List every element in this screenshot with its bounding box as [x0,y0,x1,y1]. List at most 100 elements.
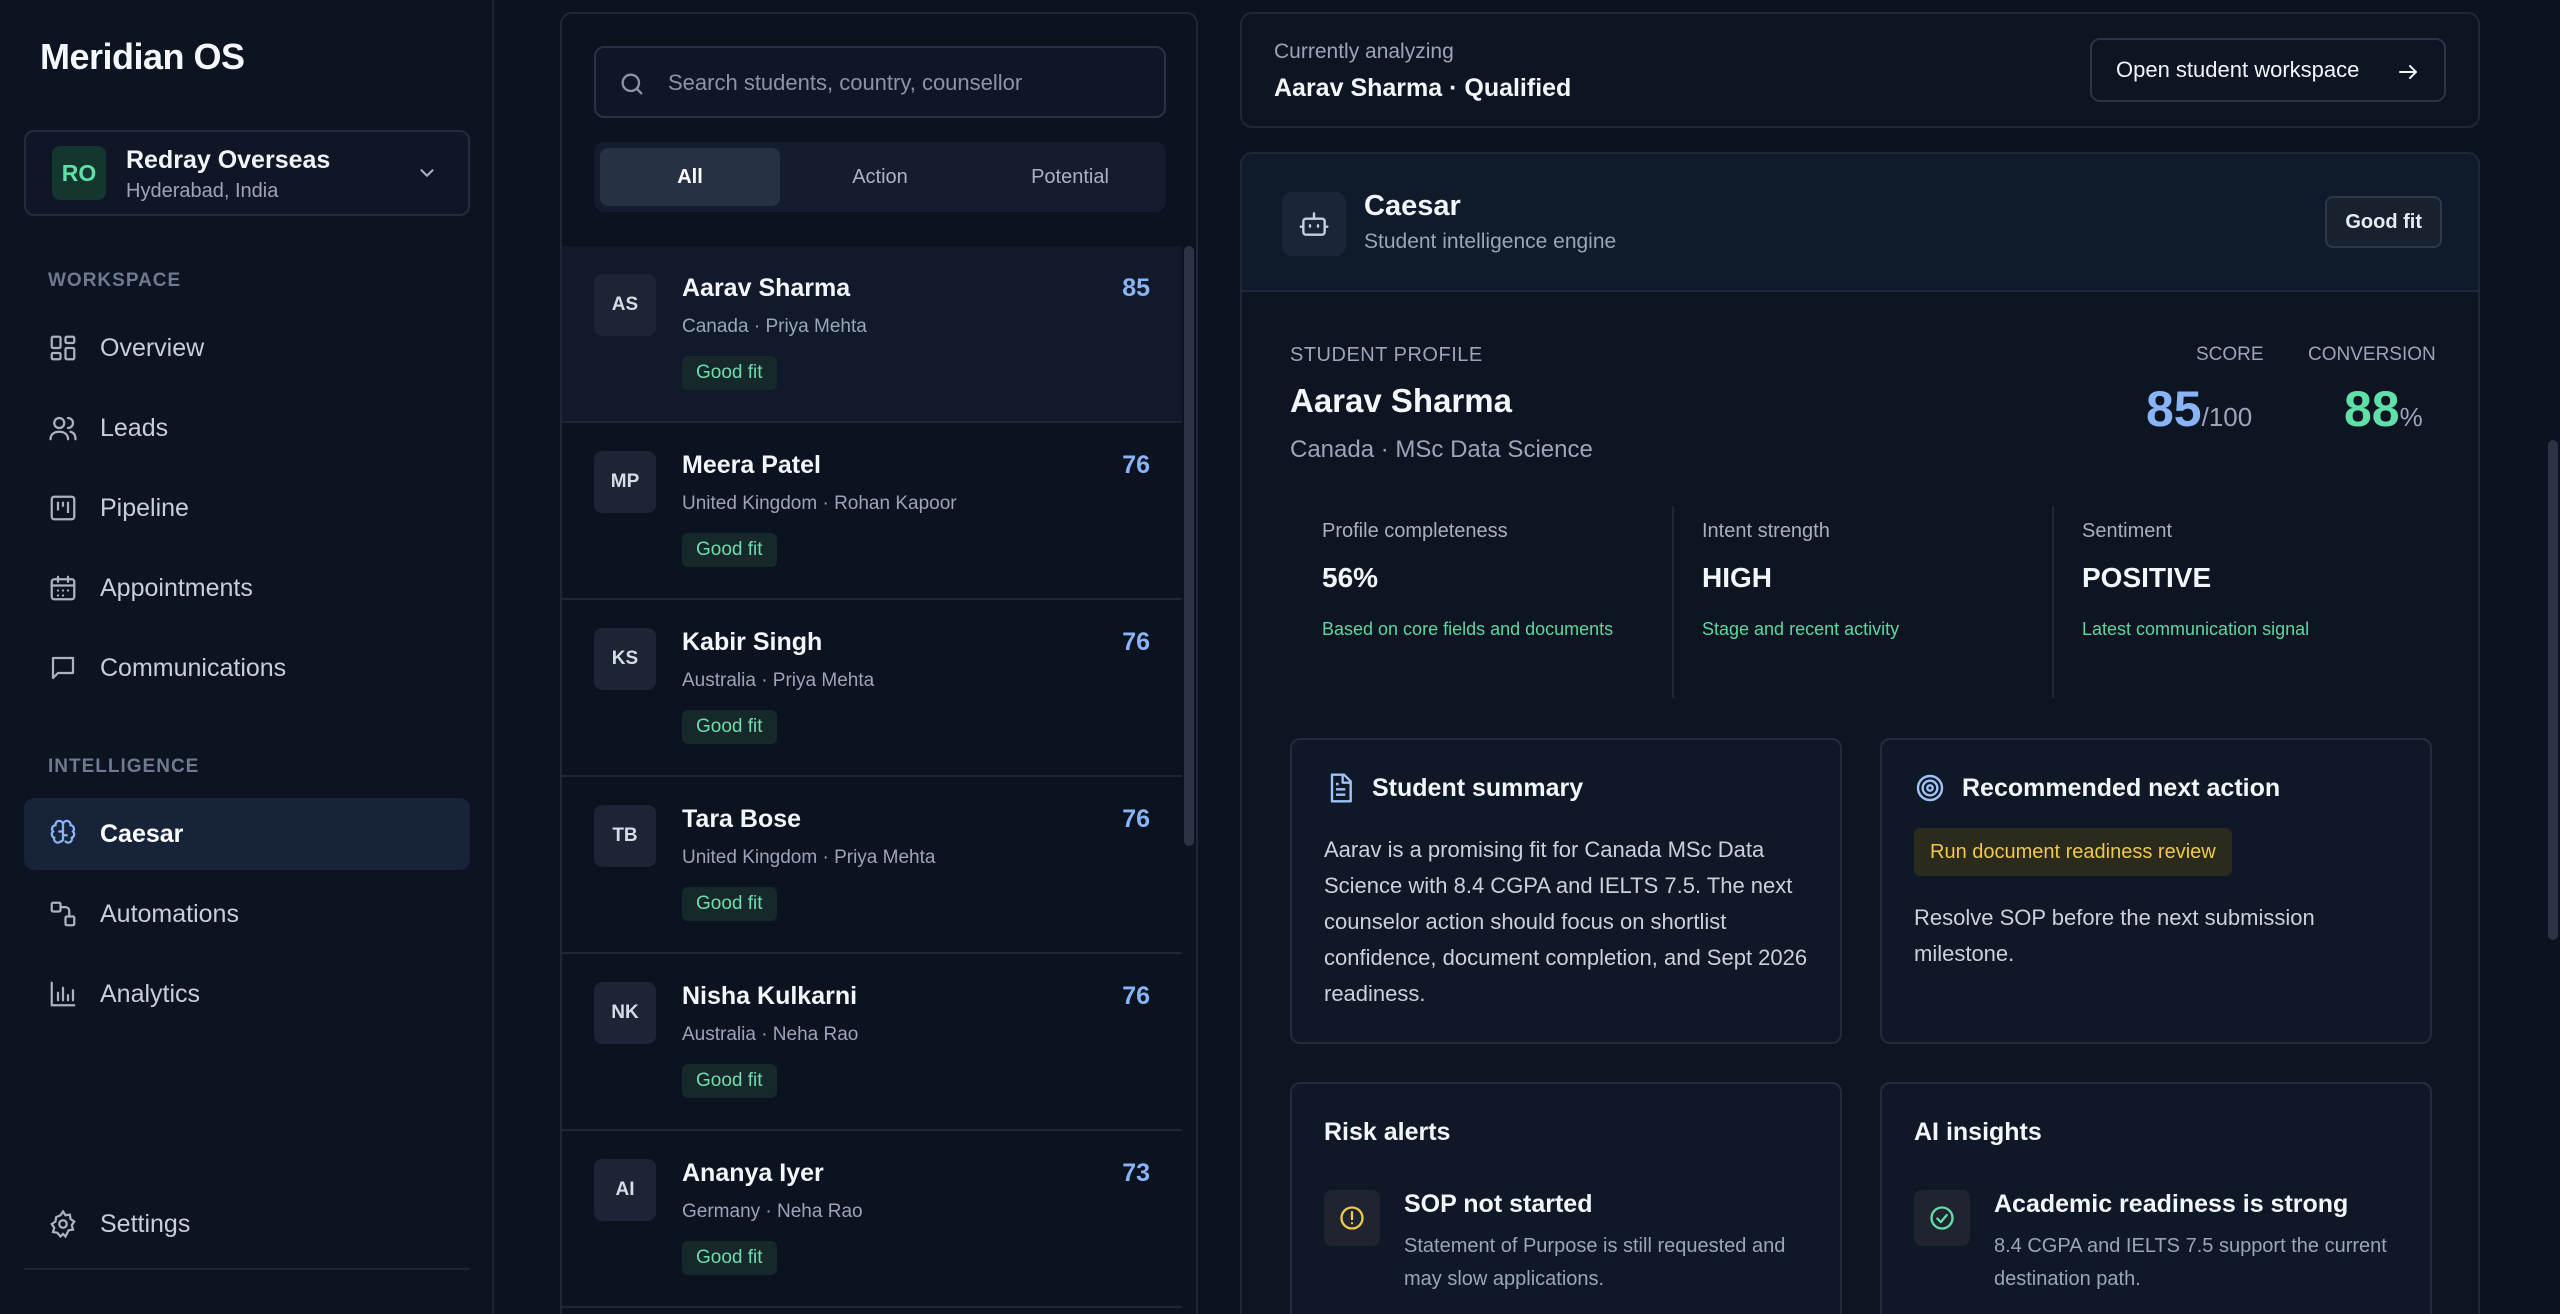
sidebar-item-label: Pipeline [100,493,189,522]
fit-badge: Good fit [682,1241,777,1275]
sidebar-item-label: Overview [100,333,205,362]
sidebar-item-label: Automations [100,899,239,928]
sidebar-item-overview[interactable]: Overview [24,312,470,384]
conversion-number: 88 [2344,381,2400,437]
caesar-panel: Caesar Student intelligence engine Good … [1240,152,2480,1314]
chevron-down-icon [420,169,434,177]
search-icon [621,73,643,95]
stat-value: 56% [1322,562,1379,593]
sidebar-item-analytics[interactable]: Analytics [24,958,470,1030]
org-avatar: RO [52,146,106,200]
score-label: SCORE [2196,344,2264,365]
brain-icon [50,819,76,844]
card-title: Risk alerts [1324,1118,1451,1146]
student-meta: United Kingdom · Rohan Kapoor [682,493,957,514]
open-workspace-button[interactable]: Open student workspace [2090,38,2446,102]
insight-text: 8.4 CGPA and IELTS 7.5 support the curre… [1994,1235,2387,1290]
stat-divider [1672,506,1674,698]
next-action-body: Resolve SOP before the next submission m… [1914,905,2315,966]
sidebar-item-label: Settings [100,1209,191,1238]
student-meta: Australia · Neha Rao [682,1024,859,1045]
sidebar-item-settings[interactable]: Settings [24,1188,470,1260]
student-score: 76 [1122,805,1150,833]
target-icon [1916,774,1944,802]
student-meta: Germany · Neha Rao [682,1201,863,1222]
student-score: 76 [1122,628,1150,656]
sidebar: Meridian OS RO Redray Overseas Hyderabad… [0,0,494,1314]
stat-divider [2052,506,2054,698]
profile-label: STUDENT PROFILE [1290,344,1483,366]
sidebar-item-automations[interactable]: Automations [24,878,470,950]
stat-sentiment: Sentiment POSITIVE Latest communication … [2082,506,2462,698]
check-circle-icon [1930,1206,1954,1230]
org-switcher[interactable]: RO Redray Overseas Hyderabad, India [24,130,470,216]
stat-label: Profile completeness [1322,520,1508,542]
bot-avatar [1282,192,1346,256]
conversion-value: 88% [2344,380,2423,438]
sidebar-item-label: Communications [100,653,287,682]
insight-icon-box [1914,1190,1970,1246]
student-name: Ananya Iyer [682,1159,824,1187]
score-suffix: /100 [2201,402,2253,432]
filter-action[interactable]: Action [790,148,970,206]
student-meta: United Kingdom · Priya Mehta [682,847,936,868]
sidebar-divider [24,1268,470,1270]
stat-value: POSITIVE [2082,562,2212,593]
fit-badge: Good fit [682,710,777,744]
student-name: Kabir Singh [682,628,823,656]
stat-note: Based on core fields and documents [1322,619,1614,639]
student-avatar: MP [594,451,656,513]
message-icon [51,656,75,680]
stat-label: Sentiment [2082,520,2173,542]
sidebar-item-caesar[interactable]: Caesar [24,798,470,870]
page-scrollbar[interactable] [2548,440,2558,940]
sidebar-item-pipeline[interactable]: Pipeline [24,472,470,544]
student-row[interactable]: AI Ananya Iyer Germany · Neha Rao 73 Goo… [562,1131,1182,1308]
alert-title: SOP not started [1404,1190,1593,1218]
bot-icon [1299,212,1329,236]
student-summary-card: Student summary Aarav is a promising fit… [1290,738,1842,1044]
fit-badge: Good fit [682,887,777,921]
card-title: Recommended next action [1962,774,2281,802]
sidebar-item-leads[interactable]: Leads [24,392,470,464]
sidebar-item-label: Appointments [100,573,253,602]
arrow-right-icon [2399,65,2417,79]
student-row[interactable]: NK Nisha Kulkarni Australia · Neha Rao 7… [562,954,1182,1131]
sidebar-item-communications[interactable]: Communications [24,632,470,704]
student-row[interactable]: AS Aarav Sharma Canada · Priya Mehta 85 … [562,246,1182,423]
student-avatar: AS [594,274,656,336]
student-list-panel: Search students, country, counsellor All… [560,12,1198,1314]
filter-all[interactable]: All [600,148,780,206]
stat-value: HIGH [1702,562,1772,593]
student-row[interactable]: MP Meera Patel United Kingdom · Rohan Ka… [562,423,1182,600]
student-score: 85 [1122,274,1150,302]
caesar-header: Caesar Student intelligence engine Good … [1242,154,2478,292]
card-title: AI insights [1914,1118,2042,1146]
ai-insights-card: AI insights Academic readiness is strong… [1880,1082,2432,1314]
sidebar-item-appointments[interactable]: Appointments [24,552,470,624]
caesar-subtitle: Student intelligence engine [1364,230,1617,253]
org-location: Hyderabad, India [126,180,279,202]
app-title: Meridian OS [40,36,245,77]
open-workspace-label: Open student workspace [2116,57,2360,82]
next-action-pill[interactable]: Run document readiness review [1914,828,2232,876]
good-fit-button[interactable]: Good fit [2325,196,2442,248]
warning-icon [1340,1206,1364,1230]
student-score: 76 [1122,982,1150,1010]
caesar-title: Caesar [1364,190,1461,222]
student-meta: Australia · Priya Mehta [682,670,875,691]
student-name: Aarav Sharma [682,274,851,302]
student-avatar: AI [594,1159,656,1221]
alert-icon-box [1324,1190,1380,1246]
stat-note: Latest communication signal [2082,619,2310,639]
search-input[interactable]: Search students, country, counsellor [594,46,1166,118]
analyzing-label: Currently analyzing [1274,40,1454,63]
next-action-card: Recommended next action Run document rea… [1880,738,2432,1044]
student-row[interactable]: KS Kabir Singh Australia · Priya Mehta 7… [562,600,1182,777]
conversion-label: CONVERSION [2308,344,2436,365]
list-scrollbar[interactable] [1184,246,1194,846]
sidebar-item-label: Analytics [100,979,201,1008]
filter-potential[interactable]: Potential [980,148,1160,206]
student-row[interactable]: TB Tara Bose United Kingdom · Priya Meht… [562,777,1182,954]
student-name: Nisha Kulkarni [682,982,858,1010]
